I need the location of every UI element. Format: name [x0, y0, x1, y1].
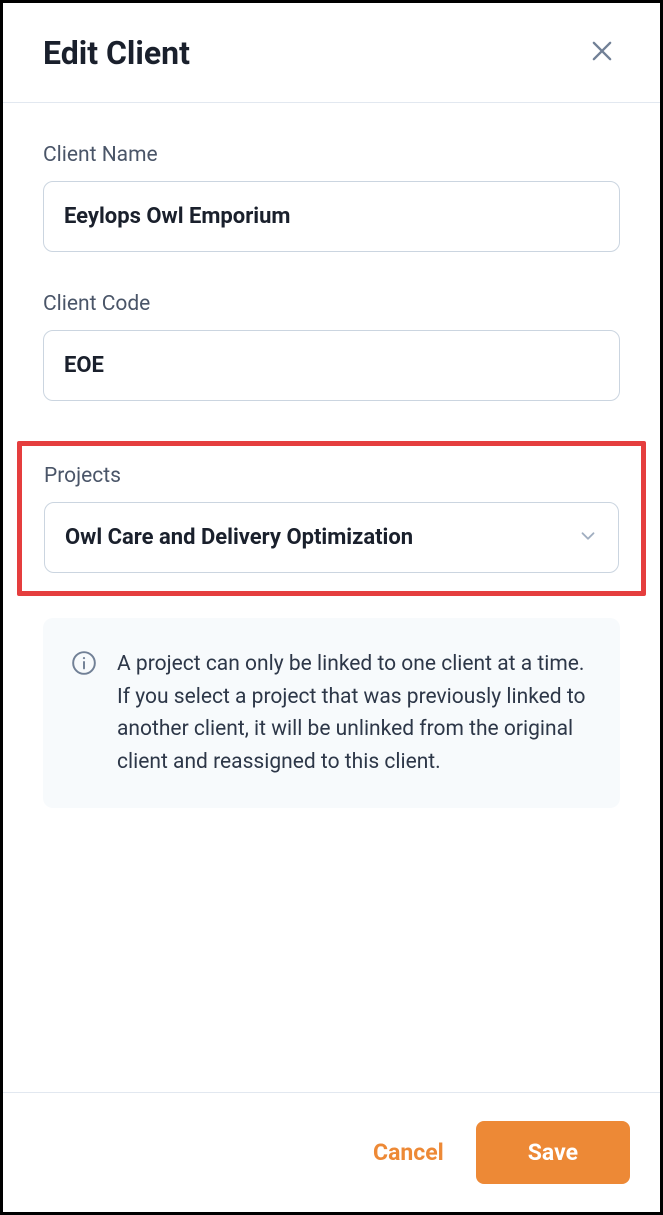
close-button[interactable]	[584, 33, 620, 72]
close-icon	[588, 37, 616, 68]
field-client-code: Client Code	[43, 292, 620, 401]
projects-select[interactable]: Owl Care and Delivery Optimization	[44, 502, 619, 573]
client-code-label: Client Code	[43, 292, 620, 316]
projects-highlight: Projects Owl Care and Delivery Optimizat…	[17, 441, 646, 596]
projects-label: Projects	[44, 464, 619, 488]
field-projects: Projects Owl Care and Delivery Optimizat…	[44, 464, 619, 573]
field-client-name: Client Name	[43, 143, 620, 252]
client-code-input[interactable]	[43, 330, 620, 401]
cancel-button[interactable]: Cancel	[369, 1131, 448, 1174]
modal-body: Client Name Client Code Projects Owl Car…	[3, 103, 660, 828]
info-icon	[71, 650, 97, 680]
modal-title: Edit Client	[43, 34, 190, 72]
modal-header: Edit Client	[3, 3, 660, 103]
save-button[interactable]: Save	[476, 1121, 630, 1184]
client-name-input[interactable]	[43, 181, 620, 252]
modal-footer: Cancel Save	[3, 1092, 660, 1212]
info-text: A project can only be linked to one clie…	[117, 648, 592, 778]
client-name-label: Client Name	[43, 143, 620, 167]
projects-select-wrapper: Owl Care and Delivery Optimization	[44, 502, 619, 573]
info-box: A project can only be linked to one clie…	[43, 618, 620, 808]
